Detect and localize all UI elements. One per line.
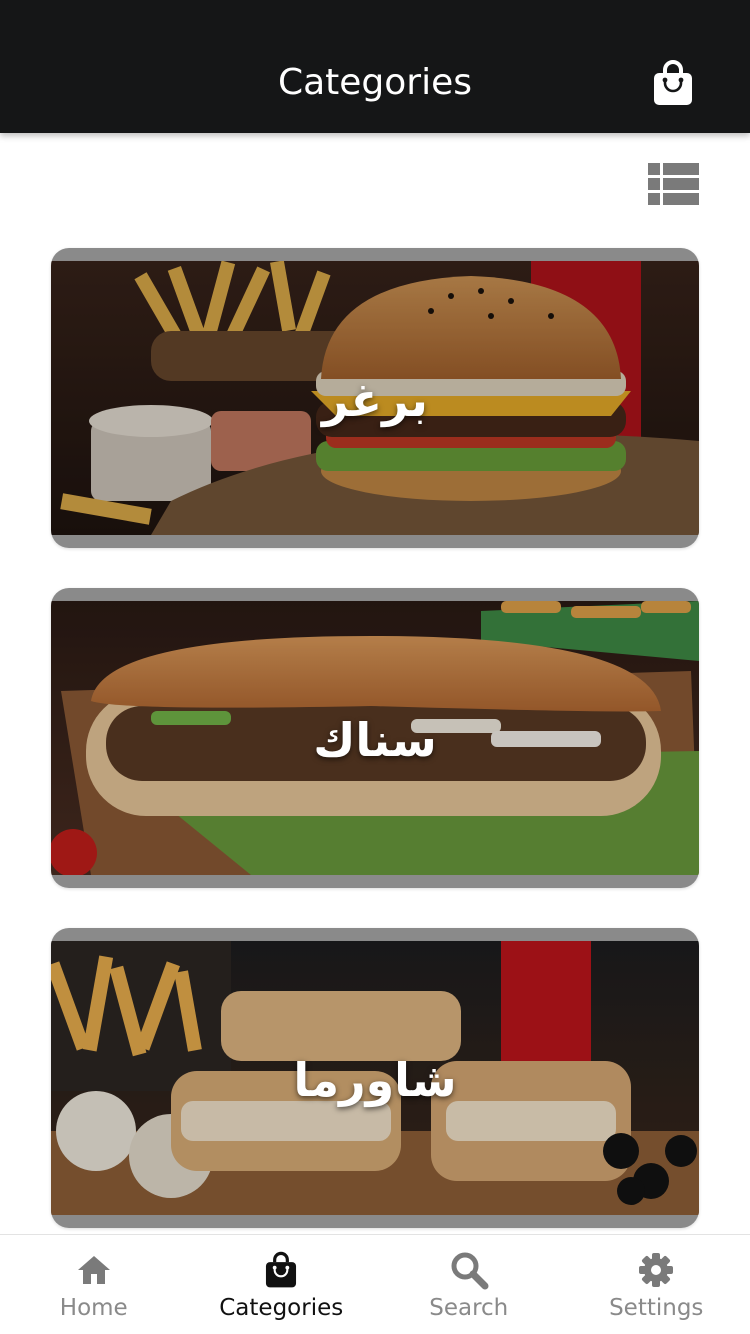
category-card-snack[interactable]: سناك — [51, 588, 699, 888]
app-header: Categories — [0, 0, 750, 133]
tab-categories[interactable]: Categories — [188, 1235, 376, 1334]
tab-settings[interactable]: Settings — [563, 1235, 750, 1334]
category-label: شاورما — [293, 1053, 457, 1107]
tab-search[interactable]: Search — [375, 1235, 563, 1334]
tab-label: Search — [429, 1295, 509, 1321]
search-icon — [451, 1252, 489, 1290]
tab-label: Settings — [609, 1295, 704, 1321]
category-label: برغر — [322, 373, 428, 427]
tab-label: Home — [59, 1295, 128, 1321]
cart-button[interactable] — [648, 58, 698, 108]
category-label: سناك — [313, 713, 437, 767]
category-card-burger[interactable]: برغر — [51, 248, 699, 548]
bottom-tab-bar: Home Categories Search Settings — [0, 1234, 750, 1334]
tab-label: Categories — [219, 1295, 344, 1321]
view-toggle-button[interactable] — [647, 161, 701, 207]
list-view-icon — [648, 163, 699, 205]
shopping-bag-icon — [266, 1251, 297, 1288]
home-icon — [77, 1256, 110, 1284]
tab-home[interactable]: Home — [0, 1235, 188, 1334]
gear-icon — [639, 1253, 674, 1287]
category-card-shawarma[interactable]: شاورما — [51, 928, 699, 1228]
page-title: Categories — [277, 62, 473, 103]
shopping-bag-icon — [654, 60, 692, 105]
